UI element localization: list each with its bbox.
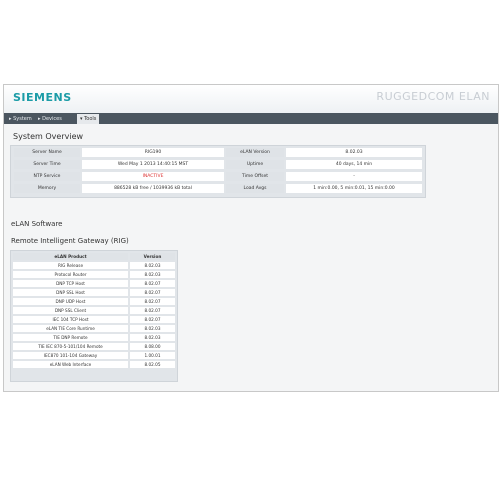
product-name: DNP UDP Host xyxy=(13,298,128,305)
table-row: Memory 886528 kB free / 1039936 kB total… xyxy=(11,183,425,194)
product-name: IEC 104 TCP Host xyxy=(13,316,128,323)
label-elan-version: eLAN Version xyxy=(226,148,284,157)
nav-bar: ▸ System ▸ Devices ▾ Tools xyxy=(4,113,498,124)
label-load-avgs: Load Avgs xyxy=(226,184,284,193)
table-row: DNP TCP Host 8.02.07 xyxy=(11,280,177,288)
product-version: 8.08.00 xyxy=(130,343,175,350)
value-elan-version: 8.02.03 xyxy=(286,148,422,157)
table-row: Server Name RIG190 eLAN Version 8.02.03 xyxy=(11,147,425,158)
value-ntp-service: INACTIVE xyxy=(82,172,224,181)
product-version: 8.02.07 xyxy=(130,298,175,305)
table-row: IEC 104 TCP Host 8.02.07 xyxy=(11,316,177,324)
system-overview-title: System Overview xyxy=(13,132,84,141)
table-row: RIG Release 8.02.03 xyxy=(11,262,177,270)
elan-software-title: eLAN Software xyxy=(11,220,63,228)
product-name: Protocol Router xyxy=(13,271,128,278)
product-version: 8.02.07 xyxy=(130,289,175,296)
product-version: 8.02.03 xyxy=(130,325,175,332)
product-version: 1.00.01 xyxy=(130,352,175,359)
table-row: Server Time Wed May 1 2013 14:40:15 MST … xyxy=(11,159,425,170)
product-version: 8.02.07 xyxy=(130,280,175,287)
product-version: 8.02.03 xyxy=(130,334,175,341)
product-name: DNP SSL Client xyxy=(13,307,128,314)
product-name: TIE DNP Remote xyxy=(13,334,128,341)
main-content: System Overview Server Name RIG190 eLAN … xyxy=(4,124,498,391)
tab-system[interactable]: ▸ System xyxy=(6,114,35,124)
column-header-product: eLAN Product xyxy=(13,253,128,260)
system-overview-table: Server Name RIG190 eLAN Version 8.02.03 … xyxy=(10,145,426,198)
product-version: 8.02.07 xyxy=(130,316,175,323)
value-load-avgs: 1 min:0.00, 5 min:0.01, 15 min:0.00 xyxy=(286,184,422,193)
product-name: eLAN Web Interface xyxy=(13,361,128,368)
label-server-name: Server Name xyxy=(14,148,80,157)
product-name: TIE IEC 870-5-101/104 Remote xyxy=(13,343,128,350)
product-version: 8.02.03 xyxy=(130,262,175,269)
value-server-name: RIG190 xyxy=(82,148,224,157)
table-row: IEC870 101-104 Gateway 1.00.01 xyxy=(11,352,177,360)
value-uptime: 40 days, 14 min xyxy=(286,160,422,169)
table-row: TIE DNP Remote 8.02.03 xyxy=(11,334,177,342)
product-version: 8.02.03 xyxy=(130,271,175,278)
value-time-offset: - xyxy=(286,172,422,181)
label-memory: Memory xyxy=(14,184,80,193)
product-name: IEC870 101-104 Gateway xyxy=(13,352,128,359)
label-server-time: Server Time xyxy=(14,160,80,169)
rig-software-table: eLAN Product Version RIG Release 8.02.03… xyxy=(10,250,178,382)
table-header-row: eLAN Product Version xyxy=(11,253,177,261)
product-name: DNP TCP Host xyxy=(13,280,128,287)
table-row: eLAN TIE Core Runtime 8.02.03 xyxy=(11,325,177,333)
product-name: DNP SSL Host xyxy=(13,289,128,296)
rig-subtitle: Remote Intelligent Gateway (RIG) xyxy=(11,237,129,245)
label-uptime: Uptime xyxy=(226,160,284,169)
table-row: DNP UDP Host 8.02.07 xyxy=(11,298,177,306)
value-server-time: Wed May 1 2013 14:40:15 MST xyxy=(82,160,224,169)
table-row: Protocol Router 8.02.03 xyxy=(11,271,177,279)
app-window: SIEMENS RUGGEDCOM ELAN ▸ System ▸ Device… xyxy=(3,84,499,392)
table-row: eLAN Web Interface 8.02.05 xyxy=(11,361,177,369)
product-name: eLAN TIE Core Runtime xyxy=(13,325,128,332)
table-row: DNP SSL Host 8.02.07 xyxy=(11,289,177,297)
product-brand: RUGGEDCOM ELAN xyxy=(376,90,490,103)
column-header-version: Version xyxy=(130,253,175,260)
label-ntp-service: NTP Service xyxy=(14,172,80,181)
value-memory: 886528 kB free / 1039936 kB total xyxy=(82,184,224,193)
label-time-offset: Time Offset xyxy=(226,172,284,181)
product-name: RIG Release xyxy=(13,262,128,269)
table-row: NTP Service INACTIVE Time Offset - xyxy=(11,171,425,182)
app-header: SIEMENS RUGGEDCOM ELAN xyxy=(4,85,498,113)
tab-devices[interactable]: ▸ Devices xyxy=(35,114,65,124)
table-row: TIE IEC 870-5-101/104 Remote 8.08.00 xyxy=(11,343,177,351)
siemens-logo: SIEMENS xyxy=(13,91,72,104)
product-version: 8.02.05 xyxy=(130,361,175,368)
table-row: DNP SSL Client 8.02.07 xyxy=(11,307,177,315)
tab-tools[interactable]: ▾ Tools xyxy=(77,114,100,124)
product-version: 8.02.07 xyxy=(130,307,175,314)
